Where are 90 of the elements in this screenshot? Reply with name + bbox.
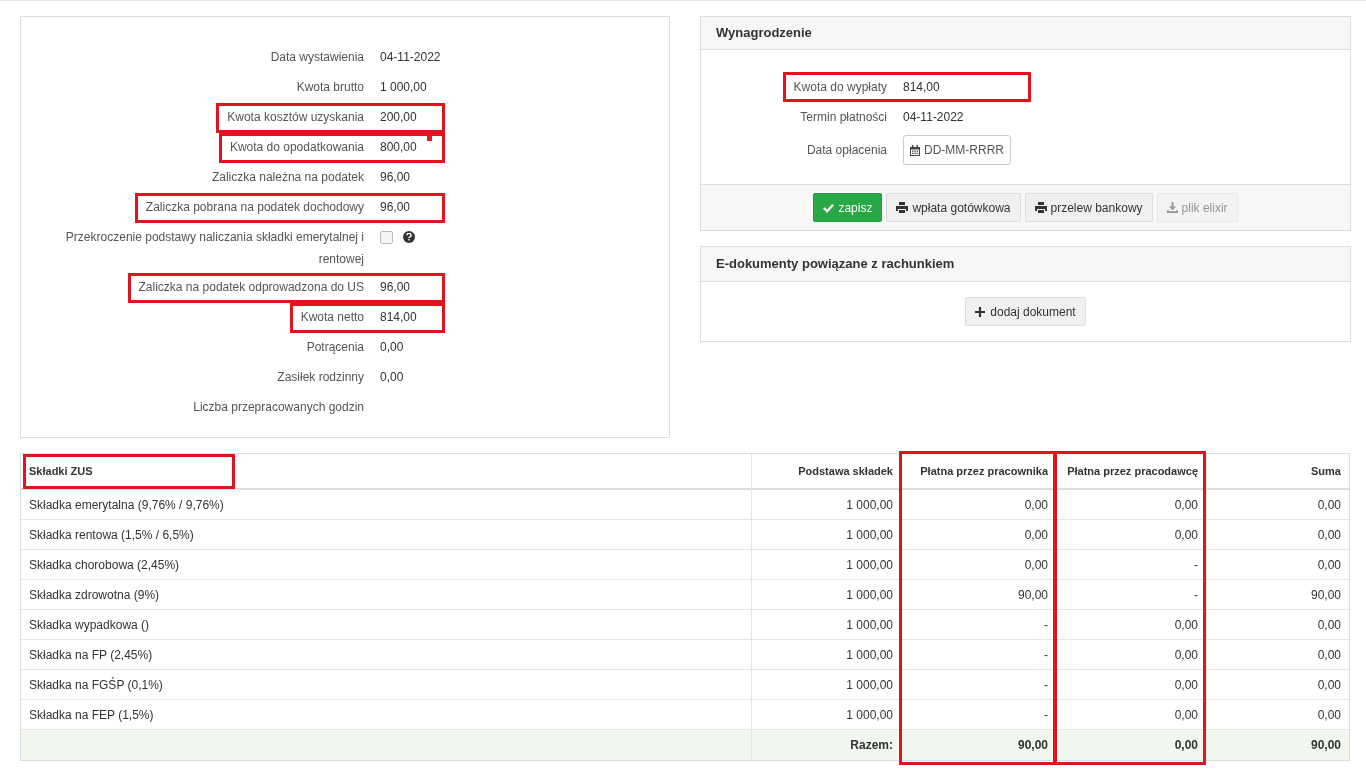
table-cell: 0,00 bbox=[901, 550, 1056, 579]
total-cell: 90,00 bbox=[1206, 730, 1349, 760]
plus-icon bbox=[975, 306, 986, 317]
table-cell: - bbox=[1056, 580, 1206, 609]
field-label: Kwota brutto bbox=[296, 79, 364, 96]
field-value: 800,00 bbox=[380, 139, 417, 156]
table-cell: - bbox=[901, 610, 1056, 639]
printer-icon bbox=[896, 202, 909, 213]
add-document-button[interactable]: dodaj dokument bbox=[965, 297, 1086, 326]
table-cell-text: Składka na FP (2,45%) bbox=[28, 646, 154, 664]
field-label: Potrącenia bbox=[306, 339, 364, 356]
field-value: 814,00 bbox=[903, 79, 940, 96]
field-label: Data opłacenia bbox=[806, 142, 887, 159]
field-label: Kwota kosztów uzyskania bbox=[227, 109, 364, 126]
calendar-icon bbox=[910, 144, 920, 156]
field-label: Liczba przepracowanych godzin bbox=[193, 399, 364, 416]
field-label: Termin płatności bbox=[800, 109, 887, 126]
field-label: Przekroczenie podstawy naliczania składki emerytalnej i rentowej bbox=[64, 229, 364, 268]
table-cell: 0,00 bbox=[901, 520, 1056, 549]
table-cell-text: Składka zdrowotna (9%) bbox=[28, 586, 161, 604]
column-header: Płatna przez pracownika bbox=[920, 464, 1048, 479]
table-cell: 0,00 bbox=[1056, 490, 1206, 519]
table-cell-text: Składka rentowa (1,5% / 6,5%) bbox=[28, 526, 195, 544]
table-cell-text: Składka chorobowa (2,45%) bbox=[28, 556, 181, 574]
printer-icon bbox=[1034, 202, 1047, 213]
checkbox[interactable] bbox=[380, 230, 393, 244]
table-cell-text: Składka emerytalna (9,76% / 9,76%) bbox=[28, 496, 225, 514]
field-label: Kwota do opodatkowania bbox=[229, 139, 364, 156]
table-cell: 90,00 bbox=[901, 580, 1056, 609]
field-value: 1 000,00 bbox=[380, 79, 427, 96]
field-value: 04-11-2022 bbox=[903, 109, 964, 126]
field-value: 0,00 bbox=[380, 339, 404, 356]
table-cell-text: Składka na FEP (1,5%) bbox=[28, 706, 155, 724]
table-cell-text: Składka wypadkowa () bbox=[28, 616, 151, 634]
table-cell: - bbox=[901, 640, 1056, 669]
table-cell: 0,00 bbox=[1056, 640, 1206, 669]
panel-title: E-dokumenty powiązane z rachunkiem bbox=[716, 255, 955, 274]
table-cell: 1 000,00 bbox=[751, 640, 901, 669]
table-cell: 90,00 bbox=[1206, 580, 1349, 609]
table-cell: 1 000,00 bbox=[751, 700, 901, 729]
table-cell: - bbox=[901, 700, 1056, 729]
table-cell: 1 000,00 bbox=[751, 490, 901, 519]
field-value: 814,00 bbox=[380, 309, 417, 326]
column-header: Podstawa składek bbox=[798, 464, 893, 479]
table-cell: 0,00 bbox=[1056, 670, 1206, 699]
table-cell: 1 000,00 bbox=[751, 580, 901, 609]
check-icon bbox=[823, 202, 835, 213]
table-cell: 1 000,00 bbox=[751, 550, 901, 579]
date-field[interactable]: DD-MM-RRRR bbox=[903, 135, 1011, 165]
column-header: Suma bbox=[1311, 464, 1341, 479]
column-header: Płatna przez pracodawcę bbox=[1067, 464, 1198, 479]
field-label: Zasiłek rodzinny bbox=[277, 369, 364, 386]
field-label: Zaliczka na podatek odprowadzona do US bbox=[138, 279, 364, 296]
table-cell: 0,00 bbox=[1206, 670, 1349, 699]
panel-title: Wynagrodzenie bbox=[716, 24, 812, 43]
total-cell: 0,00 bbox=[1056, 730, 1206, 760]
field-value: 96,00 bbox=[380, 169, 411, 186]
field-value: 200,00 bbox=[380, 109, 417, 126]
table-cell: - bbox=[901, 670, 1056, 699]
table-cell: 0,00 bbox=[1056, 700, 1206, 729]
table-cell: 0,00 bbox=[1056, 520, 1206, 549]
table-cell: 1 000,00 bbox=[751, 520, 901, 549]
field-label: Zaliczka pobrana na podatek dochodowy bbox=[145, 199, 364, 216]
action-button[interactable]: wpłata gotówkowa bbox=[886, 193, 1021, 222]
field-value: 96,00 bbox=[380, 279, 411, 296]
table-cell: 0,00 bbox=[1206, 490, 1349, 519]
total-cell: 90,00 bbox=[901, 730, 1056, 760]
table-cell: 0,00 bbox=[1056, 610, 1206, 639]
field-value: 04-11-2022 bbox=[380, 49, 441, 66]
field-value: 96,00 bbox=[380, 199, 411, 216]
table-cell-text: Składka na FGŚP (0,1%) bbox=[28, 676, 164, 694]
field-label: Zaliczka należna na podatek bbox=[211, 169, 364, 186]
table-cell: 0,00 bbox=[1206, 520, 1349, 549]
table-cell: 0,00 bbox=[901, 490, 1056, 519]
column-header: Składki ZUS bbox=[23, 454, 235, 489]
help-icon[interactable] bbox=[403, 231, 415, 243]
field-label: Kwota netto bbox=[300, 309, 364, 326]
table-cell: - bbox=[1056, 550, 1206, 579]
total-label: Razem: bbox=[751, 730, 901, 760]
field-label: Kwota do wypłaty bbox=[793, 79, 887, 96]
field-value: 0,00 bbox=[380, 369, 404, 386]
table-cell: 0,00 bbox=[1206, 550, 1349, 579]
table-cell: 1 000,00 bbox=[751, 610, 901, 639]
table-cell: 0,00 bbox=[1206, 700, 1349, 729]
table-cell: 0,00 bbox=[1206, 610, 1349, 639]
field-label: Data wystawienia bbox=[270, 49, 364, 66]
download-icon bbox=[1166, 202, 1178, 213]
action-button[interactable]: przelew bankowy bbox=[1024, 193, 1153, 222]
table-cell: 0,00 bbox=[1206, 640, 1349, 669]
table-cell: 1 000,00 bbox=[751, 670, 901, 699]
